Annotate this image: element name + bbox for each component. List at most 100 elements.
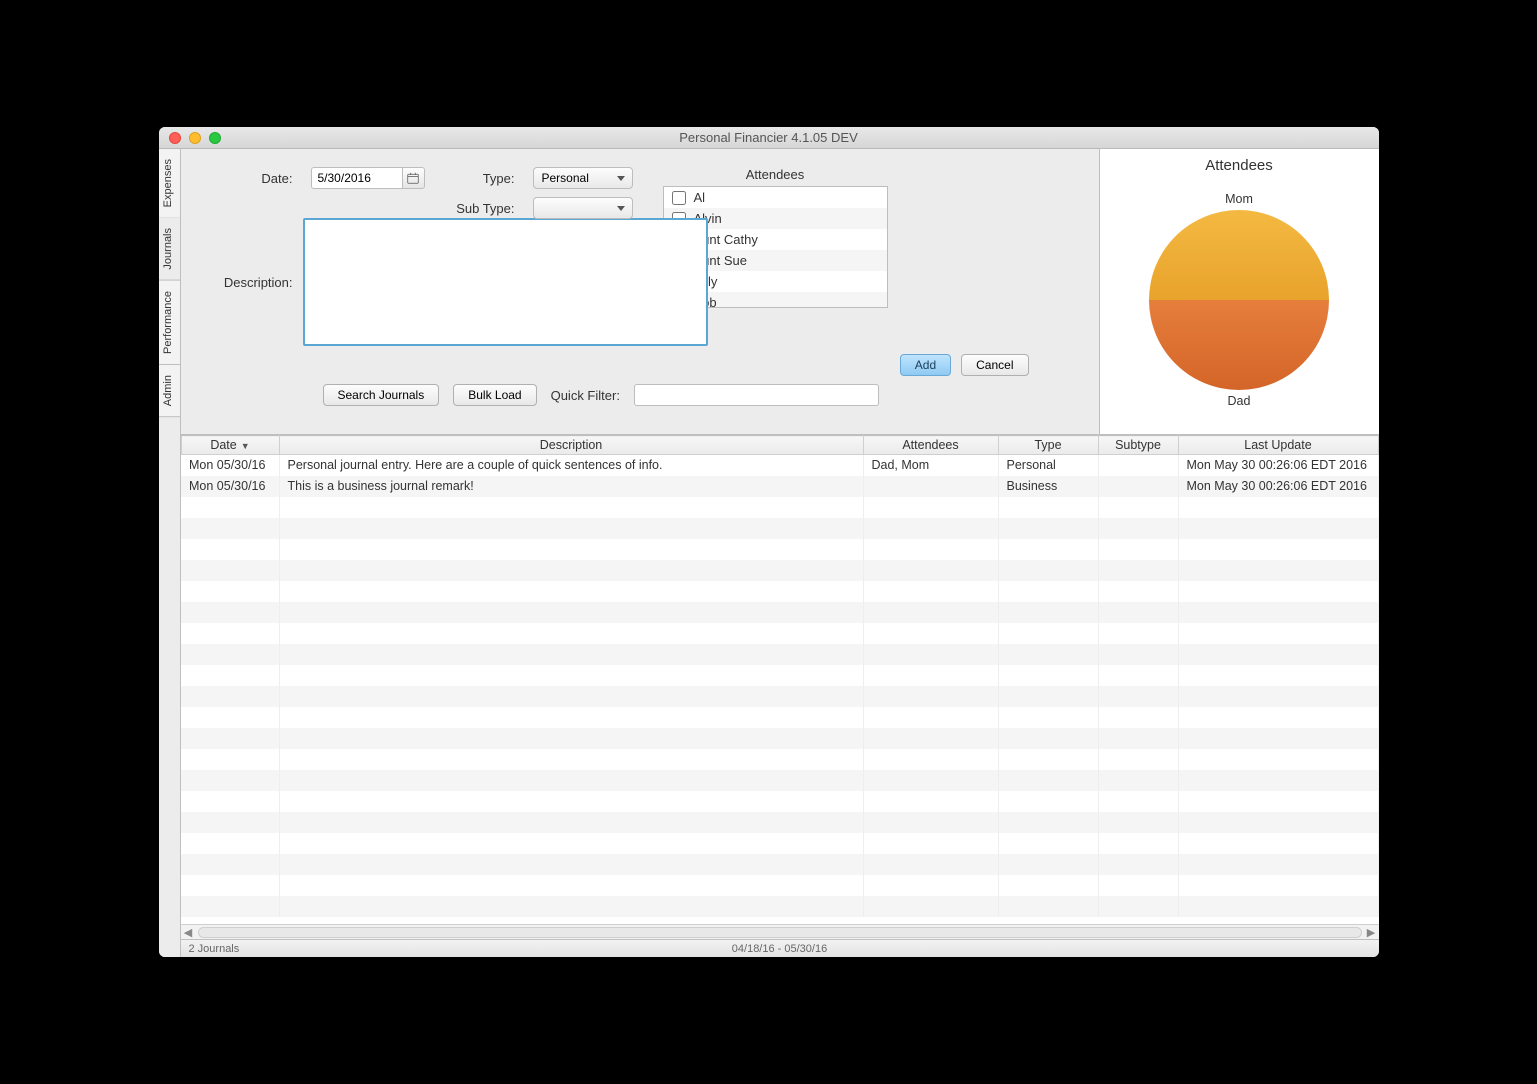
- subtype-select-wrap: [533, 197, 633, 219]
- table-row[interactable]: [181, 896, 1378, 917]
- cell: [863, 623, 998, 644]
- cell: [863, 875, 998, 896]
- sort-desc-icon: ▼: [241, 441, 250, 451]
- cell: [1098, 581, 1178, 602]
- calendar-button[interactable]: [403, 167, 425, 189]
- table-row[interactable]: [181, 812, 1378, 833]
- cell: This is a business journal remark!: [279, 476, 863, 497]
- cell: Mon May 30 00:26:06 EDT 2016: [1178, 476, 1378, 497]
- table-row[interactable]: [181, 833, 1378, 854]
- table-row[interactable]: Mon 05/30/16This is a business journal r…: [181, 476, 1378, 497]
- cancel-button[interactable]: Cancel: [961, 354, 1028, 376]
- quickfilter-input[interactable]: [634, 384, 879, 406]
- cell: [181, 791, 279, 812]
- table-row[interactable]: [181, 749, 1378, 770]
- table-row[interactable]: [181, 497, 1378, 518]
- cell: [279, 602, 863, 623]
- table-row[interactable]: [181, 665, 1378, 686]
- cell: [181, 875, 279, 896]
- cell: [181, 665, 279, 686]
- cell: [1098, 707, 1178, 728]
- table-row[interactable]: [181, 686, 1378, 707]
- cell: [181, 539, 279, 560]
- col-attendees[interactable]: Attendees: [863, 436, 998, 455]
- pie-slice-mom: [1149, 210, 1329, 300]
- table-row[interactable]: [181, 581, 1378, 602]
- type-select[interactable]: Personal: [533, 167, 633, 189]
- journal-grid[interactable]: Date▼ Description Attendees Type Subtype…: [181, 435, 1379, 924]
- bulk-load-button[interactable]: Bulk Load: [453, 384, 536, 406]
- cell: [1178, 644, 1378, 665]
- sidetab-expenses[interactable]: Expenses: [159, 149, 180, 218]
- sidetab-admin[interactable]: Admin: [159, 365, 180, 417]
- table-row[interactable]: [181, 644, 1378, 665]
- description-label: Description:: [211, 275, 293, 290]
- cell: [998, 560, 1098, 581]
- cell: [1098, 770, 1178, 791]
- cell: [863, 791, 998, 812]
- col-last-update[interactable]: Last Update: [1178, 436, 1378, 455]
- pie-icon: [1149, 210, 1329, 390]
- scroll-right-icon[interactable]: ▶: [1364, 926, 1379, 939]
- date-field: [311, 167, 425, 189]
- table-row[interactable]: [181, 623, 1378, 644]
- attendees-label: Attendees: [746, 167, 805, 182]
- cell: [279, 728, 863, 749]
- sidetab-journals[interactable]: Journals: [159, 218, 180, 281]
- table-row[interactable]: [181, 707, 1378, 728]
- chart-pane: Attendees Mom Dad: [1099, 149, 1379, 434]
- horizontal-scrollbar[interactable]: ◀ ▶: [181, 924, 1379, 939]
- cell: [1098, 812, 1178, 833]
- cell: [181, 896, 279, 917]
- attendee-item[interactable]: Al: [664, 187, 887, 208]
- cell: [181, 581, 279, 602]
- attendee-checkbox[interactable]: [672, 191, 686, 205]
- cell: [181, 707, 279, 728]
- table-row[interactable]: [181, 875, 1378, 896]
- date-input[interactable]: [311, 167, 403, 189]
- cell: [279, 518, 863, 539]
- table-row[interactable]: [181, 518, 1378, 539]
- description-input[interactable]: [303, 218, 708, 346]
- search-journals-button[interactable]: Search Journals: [323, 384, 440, 406]
- cell: [998, 791, 1098, 812]
- table-row[interactable]: [181, 854, 1378, 875]
- cell: [863, 686, 998, 707]
- cell: [279, 812, 863, 833]
- add-button[interactable]: Add: [900, 354, 951, 376]
- table-row[interactable]: [181, 728, 1378, 749]
- cell: [181, 644, 279, 665]
- table-row[interactable]: [181, 602, 1378, 623]
- scroll-track[interactable]: [198, 927, 1362, 938]
- cell: [279, 644, 863, 665]
- scroll-left-icon[interactable]: ◀: [181, 926, 196, 939]
- cell: [998, 581, 1098, 602]
- col-subtype[interactable]: Subtype: [1098, 436, 1178, 455]
- col-type[interactable]: Type: [998, 436, 1098, 455]
- cell: [181, 728, 279, 749]
- col-description[interactable]: Description: [279, 436, 863, 455]
- cell: [998, 749, 1098, 770]
- cell: [181, 770, 279, 791]
- cell: [1098, 833, 1178, 854]
- table-row[interactable]: [181, 560, 1378, 581]
- cell: [279, 623, 863, 644]
- cell: Mon 05/30/16: [181, 455, 279, 476]
- table-row[interactable]: Mon 05/30/16Personal journal entry. Here…: [181, 455, 1378, 476]
- cell: [181, 749, 279, 770]
- col-date[interactable]: Date▼: [181, 436, 279, 455]
- table-row[interactable]: [181, 539, 1378, 560]
- cell: [181, 560, 279, 581]
- table-row[interactable]: [181, 770, 1378, 791]
- cell: [1098, 518, 1178, 539]
- cell: [1098, 791, 1178, 812]
- cell: [1098, 728, 1178, 749]
- status-bar: 2 Journals 04/18/16 - 05/30/16: [181, 939, 1379, 957]
- cell: [998, 707, 1098, 728]
- table-row[interactable]: [181, 791, 1378, 812]
- pie-chart: Mom Dad: [1149, 180, 1329, 420]
- subtype-select[interactable]: [533, 197, 633, 219]
- cell: [863, 539, 998, 560]
- sidetab-performance[interactable]: Performance: [159, 281, 180, 365]
- cell: [863, 560, 998, 581]
